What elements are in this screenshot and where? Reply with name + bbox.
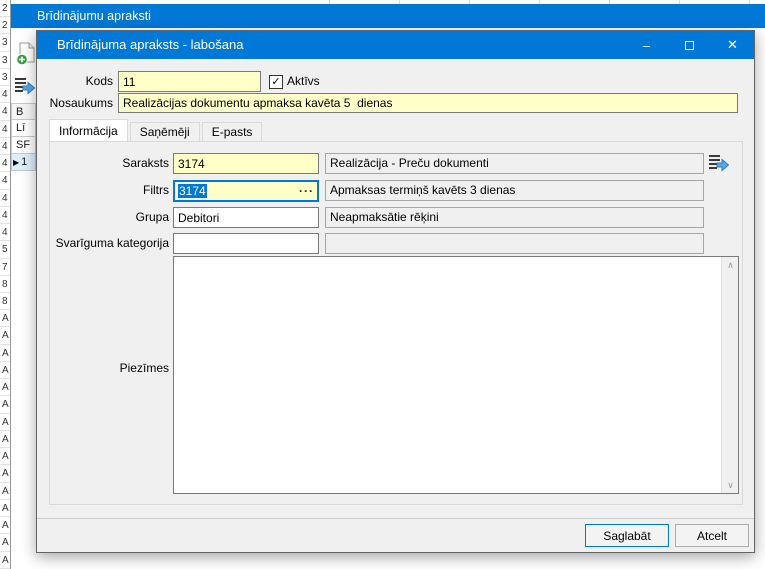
grid-cell: 4 (0, 190, 10, 207)
close-icon: ✕ (727, 37, 738, 53)
grid-cell: A (0, 396, 10, 413)
grid-cell: 4 (0, 224, 10, 241)
dialog-title: Brīdinājuma apraksts - labošana (57, 31, 243, 59)
window-controls: – ✕ (625, 31, 754, 59)
grid-cell: 3 (0, 34, 10, 51)
close-button[interactable]: ✕ (711, 31, 754, 59)
tab-sanemeji[interactable]: Saņēmēji (130, 122, 200, 141)
filter-description: Apmaksas termiņš kavēts 3 dienas (325, 180, 704, 201)
name-input[interactable] (118, 93, 738, 113)
grid-cell: A (0, 500, 10, 517)
maximize-button[interactable] (668, 31, 711, 59)
list-description: Realizācija - Preču dokumenti (325, 153, 704, 174)
filter-selected-text: 3174 (178, 184, 207, 198)
grid-cell-value: 1 (21, 156, 27, 168)
grid-cell: 8 (0, 276, 10, 293)
check-icon: ✓ (271, 76, 280, 88)
grid-cell: A (0, 379, 10, 396)
grid-cell: A (0, 517, 10, 534)
notes-label: Piezīmes (37, 361, 169, 376)
open-list-icon[interactable] (708, 152, 729, 173)
maximize-icon (685, 41, 694, 50)
background-grid-left-column: 223334444444445788AAAAAAAAAAAAAAA (0, 0, 11, 569)
active-checkbox-label[interactable]: Aktīvs (287, 71, 320, 92)
grid-cell: 2 (0, 0, 10, 17)
notes-textarea[interactable]: ∧ ∨ (173, 256, 739, 494)
edit-dialog: Brīdinājuma apraksts - labošana – ✕ Kods… (36, 30, 755, 553)
button-bar-separator (37, 518, 754, 519)
grid-cell: A (0, 345, 10, 362)
grid-cell: 5 (0, 241, 10, 258)
importance-category-label: Svarīguma kategorija (37, 233, 169, 254)
grid-cell: 4 (0, 207, 10, 224)
tab-epasts[interactable]: E-pasts (202, 122, 263, 141)
filter-label: Filtrs (37, 180, 169, 201)
grid-cell: A (0, 483, 10, 500)
background-window-title: Brīdinājumu apraksti (37, 9, 151, 23)
list-label: Saraksts (37, 153, 169, 174)
group-label: Grupa (37, 207, 169, 228)
grid-cell: A (0, 431, 10, 448)
row-marker-icon: ▶ (13, 158, 19, 167)
background-grid: B Lī SF ▶1 (11, 103, 36, 171)
grid-cell: 4 (0, 155, 10, 172)
group-description: Neapmaksātie rēķini (325, 207, 704, 228)
grid-row-current[interactable]: ▶1 (11, 154, 36, 171)
grid-cell: 4 (0, 172, 10, 189)
grid-cell: A (0, 327, 10, 344)
grid-cell: 7 (0, 259, 10, 276)
importance-category-input[interactable] (173, 233, 319, 254)
grid-cell: 8 (0, 293, 10, 310)
group-input[interactable] (173, 207, 319, 228)
dialog-titlebar[interactable]: Brīdinājuma apraksts - labošana – ✕ (37, 31, 754, 59)
save-button[interactable]: Saglabāt (585, 524, 669, 547)
grid-cell: 3 (0, 69, 10, 86)
new-record-icon[interactable] (16, 42, 36, 66)
grid-cell: A (0, 448, 10, 465)
grid-cell: 4 (0, 103, 10, 120)
grid-cell: A (0, 414, 10, 431)
code-input[interactable] (118, 71, 261, 92)
code-label: Kods (37, 71, 113, 92)
grid-cell: A (0, 552, 10, 569)
active-checkbox[interactable]: ✓ (269, 75, 283, 89)
grid-cell: 4 (0, 121, 10, 138)
grid-cell: A (0, 465, 10, 482)
notes-scrollbar[interactable]: ∧ ∨ (721, 257, 738, 493)
grid-cell: 4 (0, 138, 10, 155)
go-to-list-icon[interactable] (14, 76, 35, 95)
scroll-up-icon[interactable]: ∧ (722, 257, 739, 273)
importance-category-description (325, 233, 704, 254)
grid-cell: 4 (0, 86, 10, 103)
screen: 223334444444445788AAAAAAAAAAAAAAA Brīdin… (0, 0, 765, 569)
grid-cell: A (0, 310, 10, 327)
minimize-icon: – (643, 38, 650, 53)
ellipsis-button[interactable]: ··· (299, 186, 314, 196)
tab-strip: Informācija Saņēmēji E-pasts (49, 119, 743, 141)
grid-column-header[interactable]: B (11, 103, 36, 120)
grid-cell: A (0, 362, 10, 379)
minimize-button[interactable]: – (625, 31, 668, 59)
name-label: Nosaukums (37, 93, 113, 113)
tab-informacija[interactable]: Informācija (49, 119, 128, 141)
filter-input[interactable]: 3174 ··· (173, 180, 319, 202)
background-window-titlebar[interactable]: Brīdinājumu apraksti (11, 4, 765, 28)
list-input[interactable] (173, 153, 319, 174)
scroll-down-icon[interactable]: ∨ (722, 477, 739, 493)
cancel-button[interactable]: Atcelt (675, 524, 749, 547)
grid-row[interactable]: Lī (11, 120, 36, 137)
grid-cell: 2 (0, 17, 10, 34)
grid-cell: 3 (0, 52, 10, 69)
grid-cell: A (0, 534, 10, 551)
grid-row[interactable]: SF (11, 137, 36, 154)
